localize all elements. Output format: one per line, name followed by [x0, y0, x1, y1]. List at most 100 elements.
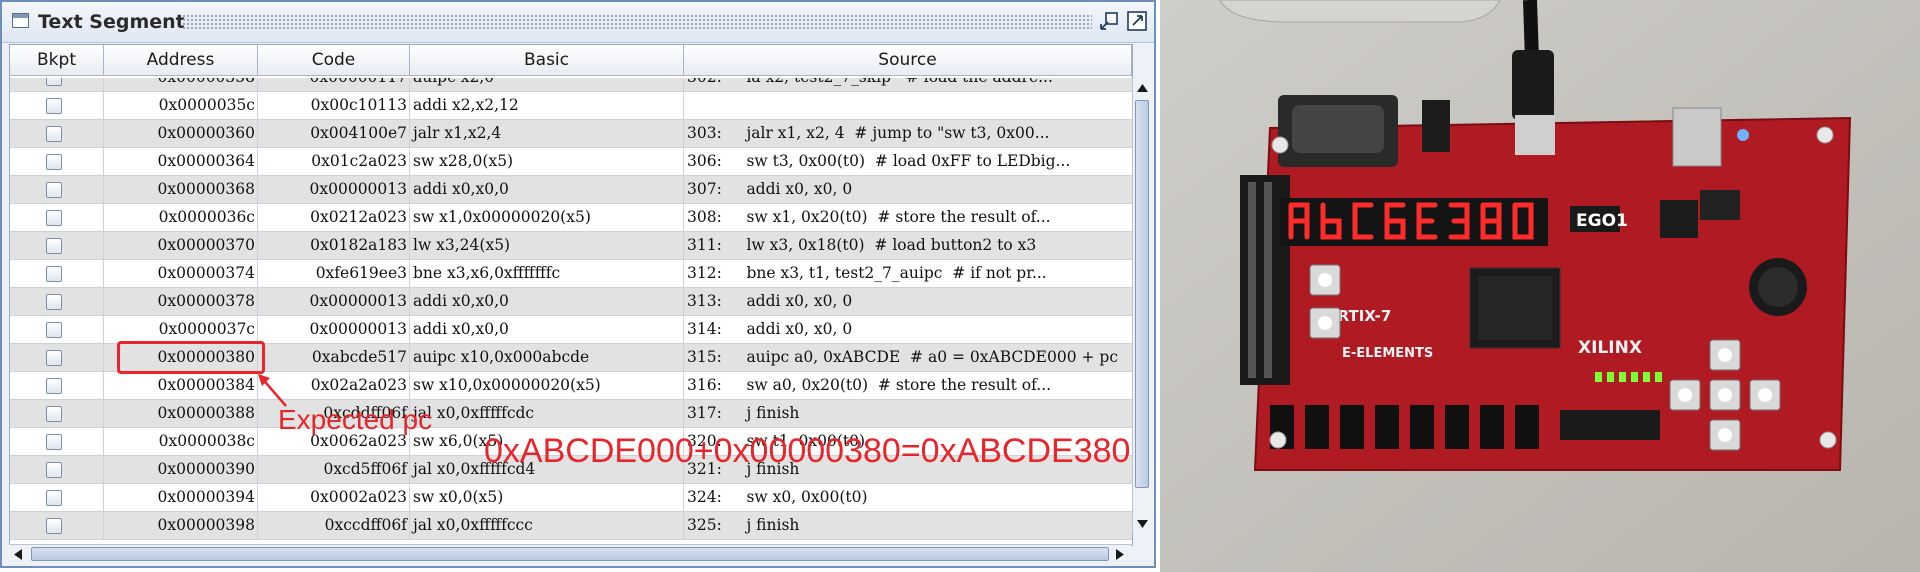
- column-header-code[interactable]: Code: [258, 45, 410, 75]
- scroll-left-icon[interactable]: [14, 549, 22, 560]
- annotation-label: Expected pc: [278, 404, 433, 435]
- breakpoint-checkbox[interactable]: [46, 294, 62, 310]
- table-row[interactable]: 0x00000374 0xfe619ee3 bne x3,x6,0xfffffffc…: [10, 260, 1132, 288]
- source-cell: 313: addi x0, x0, 0: [684, 288, 1132, 316]
- table-row[interactable]: 0x0000036c 0x0212a023 sw x1,0x00000020(x5)…: [10, 204, 1132, 232]
- breakpoint-checkbox[interactable]: [46, 78, 62, 86]
- board-label-e-elements: E-ELEMENTS: [1342, 346, 1433, 361]
- table-row[interactable]: 0x00000384 0x02a2a023 sw x10,0x00000020(x5…: [10, 372, 1132, 400]
- table-row[interactable]: 0x00000360 0x004100e7 jalr x1,x2,4 303: jal…: [10, 120, 1132, 148]
- column-header-basic[interactable]: Basic: [410, 45, 684, 75]
- breakpoint-checkbox[interactable]: [46, 210, 62, 226]
- vertical-scroll-thumb[interactable]: [1135, 100, 1149, 488]
- breakpoint-cell: [10, 400, 104, 428]
- table-row[interactable]: 0x00000364 0x01c2a023 sw x28,0(x5) 306: sw …: [10, 148, 1132, 176]
- table-row[interactable]: 0x0000037c 0x00000013 addi x0,x0,0 314: add…: [10, 316, 1132, 344]
- breakpoint-checkbox[interactable]: [46, 126, 62, 142]
- vertical-scrollbar[interactable]: [1132, 78, 1152, 534]
- breakpoint-cell: [10, 484, 104, 512]
- window-title: Text Segment: [38, 11, 185, 33]
- code-cell: 0x0182a183: [258, 232, 410, 260]
- source-cell: 317: j finish: [684, 400, 1132, 428]
- basic-cell: sw x28,0(x5): [410, 148, 684, 176]
- breakpoint-cell: [10, 260, 104, 288]
- source-cell: 302: la x2, test2_7_skip # load the addr…: [684, 78, 1132, 92]
- table-body: 0x000003580x00000117auipc x2,0302: la x2…: [10, 78, 1132, 545]
- maximize-icon[interactable]: [1126, 10, 1148, 32]
- address-cell: 0x00000374: [104, 260, 258, 288]
- address-cell: 0x00000364: [104, 148, 258, 176]
- title-bar-grip: [182, 14, 1092, 29]
- table-row[interactable]: 0x00000388 0xcddff06f jal x0,0xfffffcdc 317…: [10, 400, 1132, 428]
- basic-cell: jal x0,0xfffffccc: [410, 512, 684, 540]
- table-row[interactable]: 0x000003580x00000117auipc x2,0302: la x2…: [10, 78, 1132, 92]
- address-cell: 0x0000037c: [104, 316, 258, 344]
- code-cell: 0xfe619ee3: [258, 260, 410, 288]
- breakpoint-checkbox[interactable]: [46, 98, 62, 114]
- source-cell: 303: jalr x1, x2, 4 # jump to "sw t3, 0x…: [684, 120, 1132, 148]
- table-row[interactable]: 0x00000394 0x0002a023 sw x0,0(x5) 324: sw x…: [10, 484, 1132, 512]
- source-cell: 315: auipc a0, 0xABCDE # a0 = 0xABCDE000…: [684, 344, 1132, 372]
- breakpoint-checkbox[interactable]: [46, 266, 62, 282]
- column-header-source[interactable]: Source: [684, 45, 1132, 75]
- code-cell: 0x00000013: [258, 176, 410, 204]
- table-row[interactable]: 0x00000398 0xccdff06f jal x0,0xfffffccc 325…: [10, 512, 1132, 540]
- address-cell: 0x00000384: [104, 372, 258, 400]
- basic-cell: bne x3,x6,0xfffffffc: [410, 260, 684, 288]
- basic-cell: auipc x10,0x000abcde: [410, 344, 684, 372]
- column-header-bkpt[interactable]: Bkpt: [10, 45, 104, 75]
- address-cell: 0x00000368: [104, 176, 258, 204]
- breakpoint-checkbox[interactable]: [46, 434, 62, 450]
- annotation-equation: 0xABCDE000+0x00000380=0xABCDE380: [484, 432, 1131, 470]
- board-label-xilinx: XILINX: [1578, 338, 1642, 358]
- horizontal-scroll-thumb[interactable]: [31, 547, 1109, 561]
- breakpoint-checkbox[interactable]: [46, 322, 62, 338]
- table-row[interactable]: 0x00000368 0x00000013 addi x0,x0,0 307: add…: [10, 176, 1132, 204]
- breakpoint-checkbox[interactable]: [46, 490, 62, 506]
- address-cell: 0x00000388: [104, 400, 258, 428]
- minimize-icon[interactable]: [1098, 10, 1120, 32]
- address-cell: 0x00000358: [104, 78, 258, 92]
- breakpoint-cell: [10, 372, 104, 400]
- code-cell: 0x004100e7: [258, 120, 410, 148]
- address-cell: 0x00000394: [104, 484, 258, 512]
- breakpoint-cell: [10, 288, 104, 316]
- breakpoint-checkbox[interactable]: [46, 406, 62, 422]
- code-cell: 0x0002a023: [258, 484, 410, 512]
- breakpoint-cell: [10, 176, 104, 204]
- basic-cell: jal x0,0xfffffcdc: [410, 400, 684, 428]
- scroll-up-icon[interactable]: [1137, 84, 1148, 92]
- column-header-address[interactable]: Address: [104, 45, 258, 75]
- breakpoint-checkbox[interactable]: [46, 238, 62, 254]
- source-cell: 311: lw x3, 0x18(t0) # load button2 to x…: [684, 232, 1132, 260]
- breakpoint-cell: [10, 428, 104, 456]
- breakpoint-cell: [10, 344, 104, 372]
- code-cell: 0x00000013: [258, 288, 410, 316]
- table-row[interactable]: 0x00000378 0x00000013 addi x0,x0,0 313: add…: [10, 288, 1132, 316]
- source-cell: 306: sw t3, 0x00(t0) # load 0xFF to LEDb…: [684, 148, 1132, 176]
- address-cell: 0x00000398: [104, 512, 258, 540]
- breakpoint-checkbox[interactable]: [46, 378, 62, 394]
- table-row[interactable]: 0x00000370 0x0182a183 lw x3,24(x5) 311: lw …: [10, 232, 1132, 260]
- breakpoint-cell: [10, 92, 104, 120]
- breakpoint-checkbox[interactable]: [46, 182, 62, 198]
- basic-cell: addi x2,x2,12: [410, 92, 684, 120]
- address-cell: 0x00000390: [104, 456, 258, 484]
- breakpoint-cell: [10, 316, 104, 344]
- breakpoint-checkbox[interactable]: [46, 350, 62, 366]
- breakpoint-checkbox[interactable]: [46, 518, 62, 534]
- code-cell: 0x01c2a023: [258, 148, 410, 176]
- address-cell: 0x00000378: [104, 288, 258, 316]
- address-cell: 0x00000370: [104, 232, 258, 260]
- address-cell: 0x0000036c: [104, 204, 258, 232]
- scroll-down-icon[interactable]: [1137, 520, 1148, 528]
- address-cell: 0x0000038c: [104, 428, 258, 456]
- table-row[interactable]: 0x0000035c 0x00c10113 addi x2,x2,12: [10, 92, 1132, 120]
- scroll-right-icon[interactable]: [1116, 549, 1124, 560]
- breakpoint-checkbox[interactable]: [46, 154, 62, 170]
- horizontal-scrollbar[interactable]: [9, 544, 1131, 563]
- code-cell: 0x00000117: [258, 78, 410, 92]
- code-cell: 0x00c10113: [258, 92, 410, 120]
- basic-cell: addi x0,x0,0: [410, 316, 684, 344]
- breakpoint-checkbox[interactable]: [46, 462, 62, 478]
